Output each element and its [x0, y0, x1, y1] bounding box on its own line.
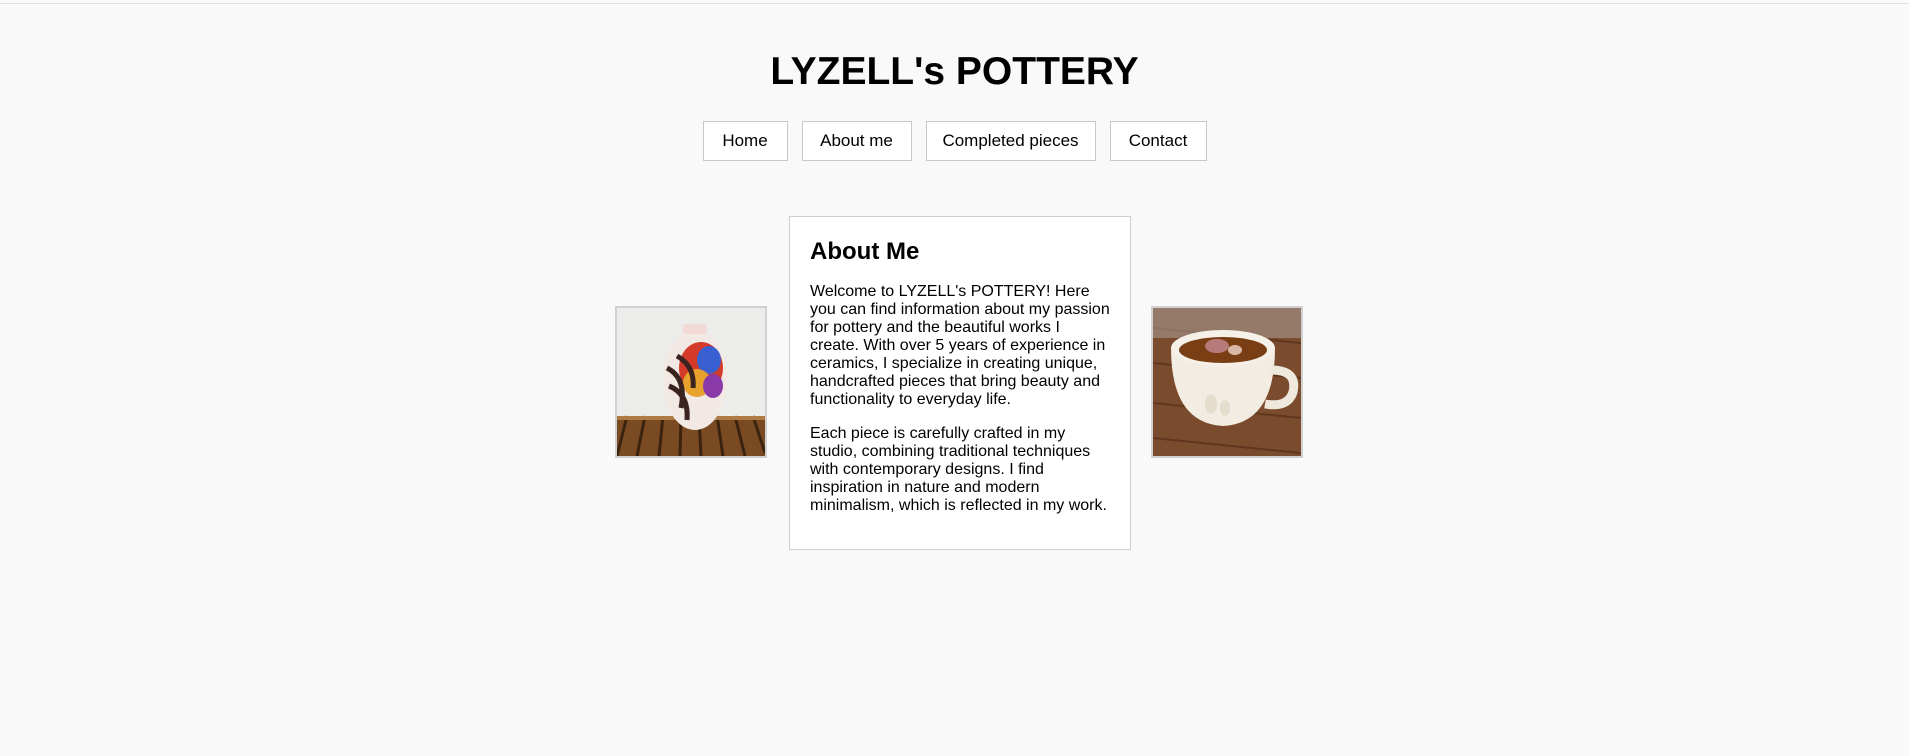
top-divider	[0, 0, 1909, 4]
site-title: LYZELL's POTTERY	[770, 50, 1139, 93]
about-paragraph-studio: Each piece is carefully crafted in my st…	[810, 425, 1107, 514]
nav-completed-pieces-button[interactable]: Completed pieces	[925, 121, 1096, 161]
nav-about-button[interactable]: About me	[801, 121, 912, 161]
vase-photo	[615, 306, 767, 458]
nav-home-button[interactable]: Home	[702, 121, 788, 161]
about-card: About Me Welcome to LYZELL's POTTERY! He…	[789, 216, 1131, 550]
about-paragraph-intro: Welcome to LYZELL's POTTERY! Here you ca…	[810, 283, 1110, 408]
about-heading: About Me	[810, 238, 920, 265]
main-nav: Home About me Completed pieces Contact	[0, 121, 1909, 161]
teacup-photo	[1151, 306, 1303, 458]
nav-contact-button[interactable]: Contact	[1109, 121, 1207, 161]
